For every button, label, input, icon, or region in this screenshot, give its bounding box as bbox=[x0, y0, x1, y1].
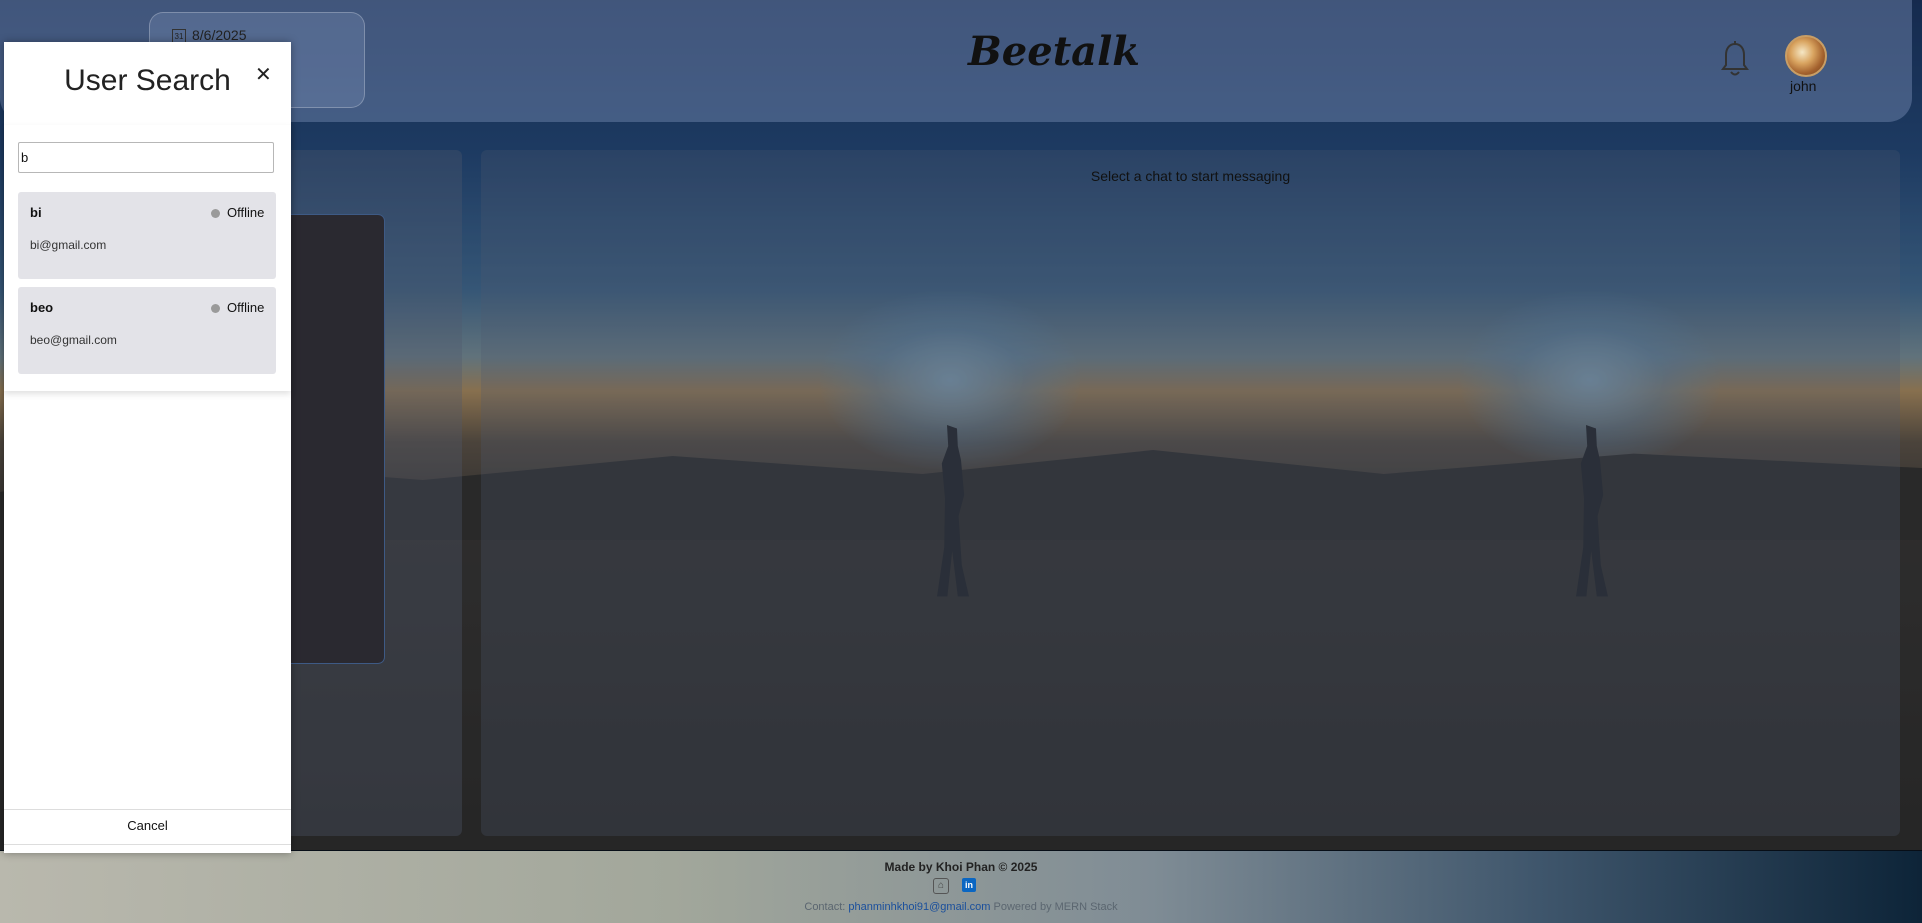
user-result-name: bi bbox=[30, 205, 42, 220]
linkedin-icon[interactable]: in bbox=[962, 878, 976, 892]
close-icon[interactable]: ✕ bbox=[255, 62, 272, 87]
user-result-item[interactable]: beo Offline beo@gmail.com bbox=[18, 287, 276, 374]
footer-contact: Contact: phanminhkhoi91@gmail.com Powere… bbox=[0, 901, 1922, 913]
user-avatar[interactable] bbox=[1785, 35, 1827, 77]
user-result-name: beo bbox=[30, 300, 54, 315]
footer-divider bbox=[4, 809, 291, 810]
username-label: john bbox=[1790, 78, 1817, 94]
user-result-email: beo@gmail.com bbox=[30, 333, 117, 347]
modal-title: User Search bbox=[64, 64, 231, 97]
cancel-button[interactable]: Cancel bbox=[4, 818, 291, 833]
footer-social-links: ⌂ in bbox=[933, 878, 993, 894]
search-input[interactable] bbox=[18, 142, 274, 173]
user-result-item[interactable]: bi Offline bi@gmail.com bbox=[18, 192, 276, 279]
contact-email-link[interactable]: phanminhkhoi91@gmail.com bbox=[848, 901, 990, 913]
user-result-status: Offline bbox=[227, 300, 265, 315]
app-logo: Beetalk bbox=[968, 28, 1141, 75]
status-dot-icon bbox=[211, 304, 220, 313]
github-icon[interactable]: ⌂ bbox=[933, 878, 949, 894]
contact-label: Contact: bbox=[804, 901, 846, 913]
footer-divider bbox=[4, 844, 291, 845]
current-date: 8/6/2025 bbox=[192, 27, 247, 43]
powered-by-text: Powered by MERN Stack bbox=[993, 901, 1118, 913]
bell-icon[interactable] bbox=[1720, 40, 1750, 78]
footer: Made by Khoi Phan © 2025 ⌂ in Contact: p… bbox=[0, 851, 1922, 923]
empty-chat-message: Select a chat to start messaging bbox=[1090, 168, 1291, 184]
user-result-email: bi@gmail.com bbox=[30, 238, 107, 252]
user-search-drawer: User Search ✕ bi Offline bi@gmail.com be… bbox=[4, 42, 291, 853]
chat-window: Select a chat to start messaging bbox=[481, 150, 1900, 836]
status-dot-icon bbox=[211, 209, 220, 218]
footer-credit: Made by Khoi Phan © 2025 bbox=[884, 860, 1038, 874]
user-result-status: Offline bbox=[227, 205, 265, 220]
